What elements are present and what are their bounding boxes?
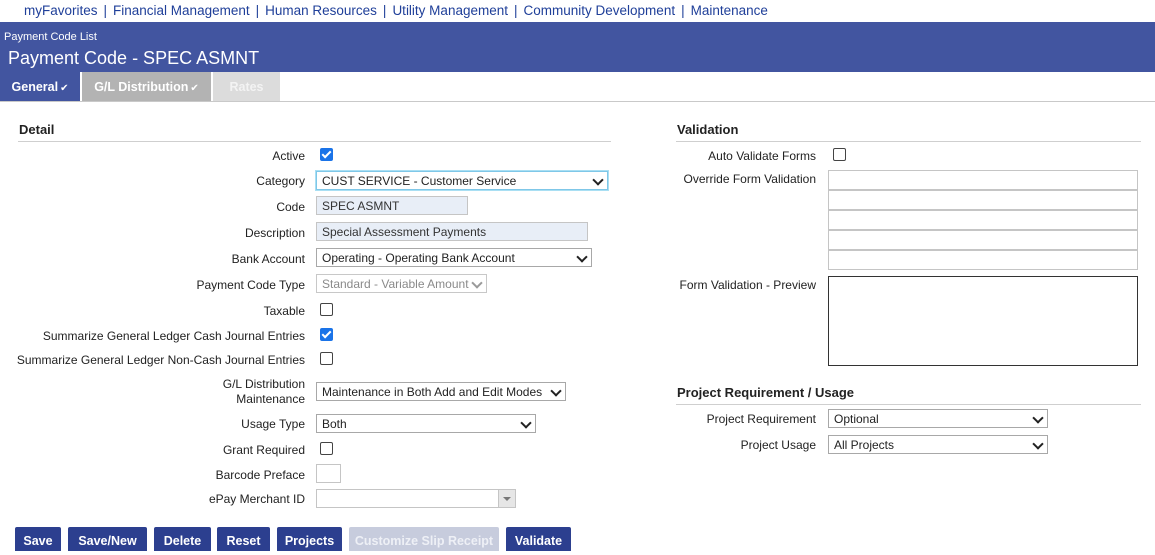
gl-maintenance-label-line1: G/L Distribution — [222, 377, 305, 391]
gl-maintenance-select[interactable]: Maintenance in Both Add and Edit Modes — [316, 382, 566, 401]
usage-type-select[interactable]: Both — [316, 414, 536, 433]
active-label: Active — [272, 149, 305, 163]
bank-account-value: Operating - Operating Bank Account — [322, 251, 515, 265]
validation-preview-label: Form Validation - Preview — [679, 278, 817, 292]
top-nav-links: myFavorites | Financial Management | Human R… — [24, 3, 768, 18]
detail-section-title: Detail — [19, 122, 55, 137]
gl-maintenance-label: G/L Distribution Maintenance — [223, 377, 305, 407]
page-title: Payment Code - SPEC ASMNT — [8, 48, 260, 68]
nav-separator: | — [681, 3, 685, 18]
override-validation-input-3[interactable] — [828, 210, 1138, 230]
validate-button[interactable]: Validate — [506, 527, 571, 551]
barcode-preface-input[interactable] — [316, 464, 341, 483]
override-validation-input-1[interactable] — [828, 170, 1138, 190]
chevron-down-icon — [576, 251, 588, 263]
bank-account-select[interactable]: Operating - Operating Bank Account — [316, 248, 592, 267]
project-requirement-value: Optional — [834, 412, 879, 426]
payment-code-type-value: Standard - Variable Amount — [322, 277, 469, 291]
grant-required-checkbox[interactable] — [320, 442, 333, 455]
tab-general[interactable]: General ✔ — [0, 72, 80, 101]
override-validation-input-4[interactable] — [828, 230, 1138, 250]
top-nav: myFavorites | Financial Management | Human R… — [0, 0, 1155, 22]
taxable-checkbox[interactable] — [320, 303, 333, 316]
validation-preview-box — [828, 276, 1138, 366]
check-icon: ✔ — [190, 83, 199, 94]
auto-validate-checkbox[interactable] — [833, 148, 846, 161]
summarize-noncash-checkbox[interactable] — [320, 352, 333, 365]
override-validation-label: Override Form Validation — [683, 172, 817, 186]
category-select[interactable]: CUST SERVICE - Customer Service — [316, 171, 608, 190]
taxable-label: Taxable — [263, 304, 305, 318]
code-label: Code — [276, 200, 305, 214]
project-divider — [676, 404, 1141, 405]
chevron-down-icon — [520, 417, 532, 429]
summarize-cash-checkbox[interactable] — [320, 328, 333, 341]
code-input[interactable]: SPEC ASMNT — [316, 196, 468, 215]
project-usage-label: Project Usage — [740, 438, 816, 452]
tab-general-label: General — [11, 80, 59, 94]
project-usage-value: All Projects — [834, 438, 895, 452]
chevron-down-icon — [1032, 412, 1044, 424]
description-label: Description — [244, 226, 305, 240]
payment-code-type-select: Standard - Variable Amount — [316, 274, 487, 293]
tab-gl-distribution-label: G/L Distribution — [94, 80, 189, 94]
summarize-noncash-label: Summarize General Ledger Non-Cash Journa… — [16, 353, 305, 367]
grant-required-label: Grant Required — [222, 443, 305, 457]
reset-button[interactable]: Reset — [217, 527, 270, 551]
category-value: CUST SERVICE - Customer Service — [322, 174, 517, 188]
save-new-button[interactable]: Save/New — [68, 527, 147, 551]
projects-button[interactable]: Projects — [277, 527, 342, 551]
override-validation-input-5[interactable] — [828, 250, 1138, 270]
tab-rates-label: Rates — [229, 80, 264, 94]
active-checkbox[interactable] — [320, 148, 333, 161]
delete-button[interactable]: Delete — [154, 527, 211, 551]
check-icon: ✔ — [60, 83, 69, 94]
nav-link-myfavorites[interactable]: myFavorites — [24, 3, 98, 18]
project-usage-select[interactable]: All Projects — [828, 435, 1048, 454]
category-label: Category — [256, 174, 305, 188]
chevron-down-icon — [550, 385, 562, 397]
nav-link-financial-management[interactable]: Financial Management — [113, 3, 250, 18]
chevron-down-icon — [1032, 438, 1044, 450]
dropdown-arrow-icon[interactable] — [498, 490, 515, 507]
summarize-cash-label: Summarize General Ledger Cash Journal En… — [42, 329, 305, 343]
nav-link-human-resources[interactable]: Human Resources — [265, 3, 377, 18]
chevron-down-icon — [592, 174, 604, 186]
usage-type-value: Both — [322, 417, 347, 431]
barcode-preface-label: Barcode Preface — [215, 468, 305, 482]
project-requirement-label: Project Requirement — [706, 412, 816, 426]
nav-link-utility-management[interactable]: Utility Management — [392, 3, 508, 18]
nav-separator: | — [382, 3, 387, 18]
save-button[interactable]: Save — [15, 527, 61, 551]
epay-merchant-combo[interactable] — [316, 489, 516, 508]
chevron-down-icon — [471, 277, 483, 289]
validation-section-title: Validation — [677, 122, 739, 137]
bank-account-label: Bank Account — [231, 252, 305, 266]
gl-maintenance-label-line2: Maintenance — [236, 392, 305, 406]
gl-maintenance-value: Maintenance in Both Add and Edit Modes — [322, 385, 543, 399]
description-input[interactable]: Special Assessment Payments — [316, 222, 588, 241]
page-header: Payment Code List Payment Code - SPEC AS… — [0, 22, 1155, 72]
usage-type-label: Usage Type — [241, 417, 305, 431]
validation-divider — [676, 141, 1141, 142]
nav-separator: | — [255, 3, 260, 18]
detail-divider — [18, 141, 611, 142]
nav-separator: | — [514, 3, 518, 18]
breadcrumb[interactable]: Payment Code List — [4, 31, 97, 43]
epay-merchant-label: ePay Merchant ID — [208, 492, 305, 506]
nav-link-community-development[interactable]: Community Development — [524, 3, 676, 18]
tab-rates: Rates — [213, 72, 280, 101]
nav-separator: | — [103, 3, 108, 18]
payment-code-type-label: Payment Code Type — [196, 278, 305, 292]
project-requirement-select[interactable]: Optional — [828, 409, 1048, 428]
nav-link-maintenance[interactable]: Maintenance — [691, 3, 768, 18]
auto-validate-label: Auto Validate Forms — [708, 149, 816, 163]
project-section-title: Project Requirement / Usage — [677, 385, 854, 400]
customize-slip-receipt-button: Customize Slip Receipt — [349, 527, 499, 551]
tab-bar: General ✔ G/L Distribution ✔ Rates — [0, 72, 1155, 102]
tab-gl-distribution[interactable]: G/L Distribution ✔ — [82, 72, 211, 101]
override-validation-input-2[interactable] — [828, 190, 1138, 210]
